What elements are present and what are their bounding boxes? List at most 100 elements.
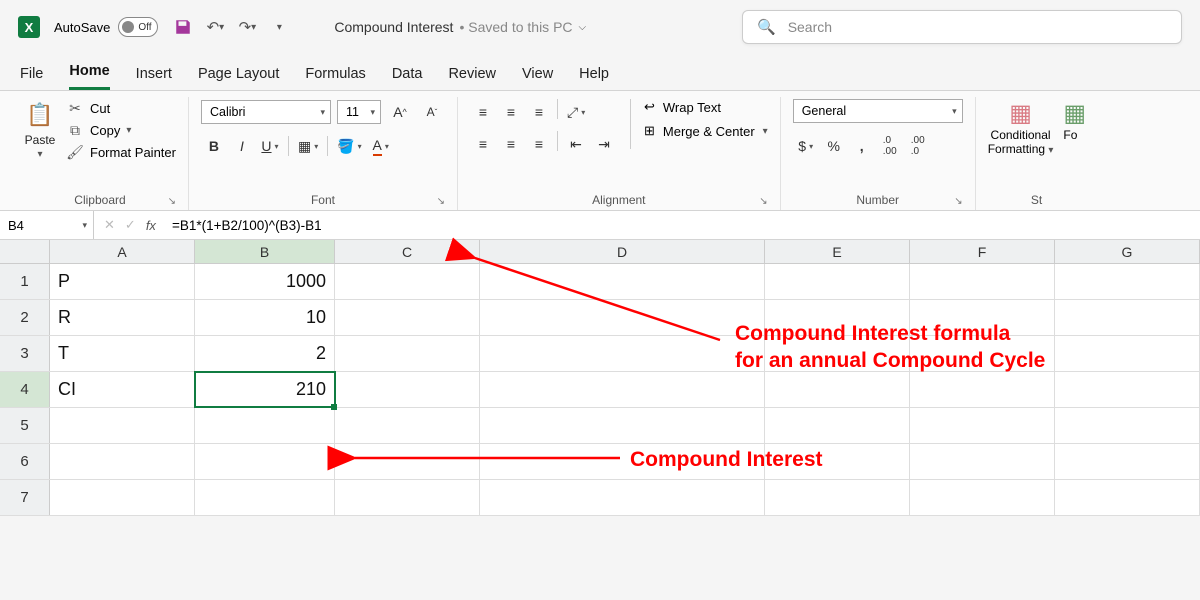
comma-style-button[interactable]: ,: [849, 133, 875, 159]
col-header-E[interactable]: E: [765, 240, 910, 263]
row-header-3[interactable]: 3: [0, 336, 50, 371]
decrease-font-button[interactable]: Aˇ: [419, 99, 445, 125]
cell-C4[interactable]: [335, 372, 480, 407]
cell-D2[interactable]: [480, 300, 765, 335]
row-header-5[interactable]: 5: [0, 408, 50, 443]
cell-C7[interactable]: [335, 480, 480, 515]
align-top-button[interactable]: ≡: [470, 99, 496, 125]
bold-button[interactable]: B: [201, 133, 227, 159]
col-header-F[interactable]: F: [910, 240, 1055, 263]
cell-F5[interactable]: [910, 408, 1055, 443]
cell-G4[interactable]: [1055, 372, 1200, 407]
cell-E7[interactable]: [765, 480, 910, 515]
cell-F7[interactable]: [910, 480, 1055, 515]
cell-G5[interactable]: [1055, 408, 1200, 443]
wrap-text-button[interactable]: ↩Wrap Text: [644, 99, 768, 115]
orientation-button[interactable]: ⤢: [563, 99, 589, 125]
align-center-button[interactable]: ≡: [498, 131, 524, 157]
cell-B7[interactable]: [195, 480, 335, 515]
col-header-G[interactable]: G: [1055, 240, 1200, 263]
cell-G2[interactable]: [1055, 300, 1200, 335]
decrease-decimal-button[interactable]: .00.0: [905, 133, 931, 159]
align-left-button[interactable]: ≡: [470, 131, 496, 157]
document-title[interactable]: Compound Interest • Saved to this PC ⌵: [334, 19, 586, 35]
formula-input[interactable]: =B1*(1+B2/100)^(B3)-B1: [166, 218, 328, 233]
col-header-A[interactable]: A: [50, 240, 195, 263]
tab-insert[interactable]: Insert: [136, 66, 172, 90]
select-all-corner[interactable]: [0, 240, 50, 263]
decrease-indent-button[interactable]: ⇤: [563, 131, 589, 157]
cell-A7[interactable]: [50, 480, 195, 515]
copy-button[interactable]: ⧉Copy ▾: [66, 121, 176, 139]
row-header-1[interactable]: 1: [0, 264, 50, 299]
tab-help[interactable]: Help: [579, 66, 609, 90]
conditional-formatting-button[interactable]: ▦ Conditional Formatting ▾: [988, 99, 1054, 156]
col-header-C[interactable]: C: [335, 240, 480, 263]
cell-F4[interactable]: [910, 372, 1055, 407]
row-header-7[interactable]: 7: [0, 480, 50, 515]
cell-C5[interactable]: [335, 408, 480, 443]
accounting-format-button[interactable]: $: [793, 133, 819, 159]
increase-indent-button[interactable]: ⇥: [591, 131, 617, 157]
cell-D5[interactable]: [480, 408, 765, 443]
col-header-B[interactable]: B: [195, 240, 335, 263]
tab-formulas[interactable]: Formulas: [305, 66, 365, 90]
cell-C3[interactable]: [335, 336, 480, 371]
col-header-D[interactable]: D: [480, 240, 765, 263]
cell-D1[interactable]: [480, 264, 765, 299]
font-color-button[interactable]: A: [368, 133, 394, 159]
number-format-combo[interactable]: General: [793, 99, 963, 123]
cell-G6[interactable]: [1055, 444, 1200, 479]
tab-data[interactable]: Data: [392, 66, 423, 90]
tab-page-layout[interactable]: Page Layout: [198, 66, 279, 90]
cell-A3[interactable]: T: [50, 336, 195, 371]
underline-button[interactable]: U: [257, 133, 283, 159]
dialog-launcher-icon[interactable]: ↘: [168, 196, 176, 207]
autosave-toggle[interactable]: AutoSave Off: [54, 17, 158, 37]
row-header-4[interactable]: 4: [0, 372, 50, 407]
cell-G3[interactable]: [1055, 336, 1200, 371]
merge-center-button[interactable]: ⊞Merge & Center ▾: [644, 123, 768, 139]
cell-D3[interactable]: [480, 336, 765, 371]
cell-B1[interactable]: 1000: [195, 264, 335, 299]
cell-A2[interactable]: R: [50, 300, 195, 335]
fill-color-button[interactable]: 🪣: [333, 133, 365, 159]
cell-G1[interactable]: [1055, 264, 1200, 299]
undo-button[interactable]: ↶▾: [204, 16, 226, 38]
row-header-2[interactable]: 2: [0, 300, 50, 335]
search-input[interactable]: 🔍 Search: [742, 10, 1182, 44]
save-button[interactable]: [172, 16, 194, 38]
cell-A5[interactable]: [50, 408, 195, 443]
cell-D7[interactable]: [480, 480, 765, 515]
enter-formula-button[interactable]: ✓: [125, 217, 136, 233]
align-middle-button[interactable]: ≡: [498, 99, 524, 125]
font-size-combo[interactable]: 11: [337, 100, 381, 124]
cell-A4[interactable]: CI: [50, 372, 195, 407]
cell-E1[interactable]: [765, 264, 910, 299]
cell-A1[interactable]: P: [50, 264, 195, 299]
format-painter-button[interactable]: 🖌Format Painter: [66, 143, 176, 161]
cancel-formula-button[interactable]: ✕: [104, 217, 115, 233]
percent-button[interactable]: %: [821, 133, 847, 159]
cell-C1[interactable]: [335, 264, 480, 299]
cell-B3[interactable]: 2: [195, 336, 335, 371]
redo-button[interactable]: ↷▾: [236, 16, 258, 38]
cell-E5[interactable]: [765, 408, 910, 443]
tab-review[interactable]: Review: [448, 66, 496, 90]
cell-E4[interactable]: [765, 372, 910, 407]
cell-G7[interactable]: [1055, 480, 1200, 515]
increase-decimal-button[interactable]: .0.00: [877, 133, 903, 159]
cell-F6[interactable]: [910, 444, 1055, 479]
cell-A6[interactable]: [50, 444, 195, 479]
dialog-launcher-icon[interactable]: ↘: [437, 196, 445, 207]
fill-handle[interactable]: [331, 404, 337, 410]
align-bottom-button[interactable]: ≡: [526, 99, 552, 125]
format-as-table-button[interactable]: ▦ Fo: [1063, 99, 1085, 142]
paste-button[interactable]: 📋 Paste ▾: [24, 99, 56, 160]
cell-B2[interactable]: 10: [195, 300, 335, 335]
insert-function-button[interactable]: fx: [146, 218, 156, 233]
font-name-combo[interactable]: Calibri: [201, 100, 331, 124]
qat-customize-button[interactable]: ▾: [268, 16, 290, 38]
increase-font-button[interactable]: A^: [387, 99, 413, 125]
cell-B6[interactable]: [195, 444, 335, 479]
